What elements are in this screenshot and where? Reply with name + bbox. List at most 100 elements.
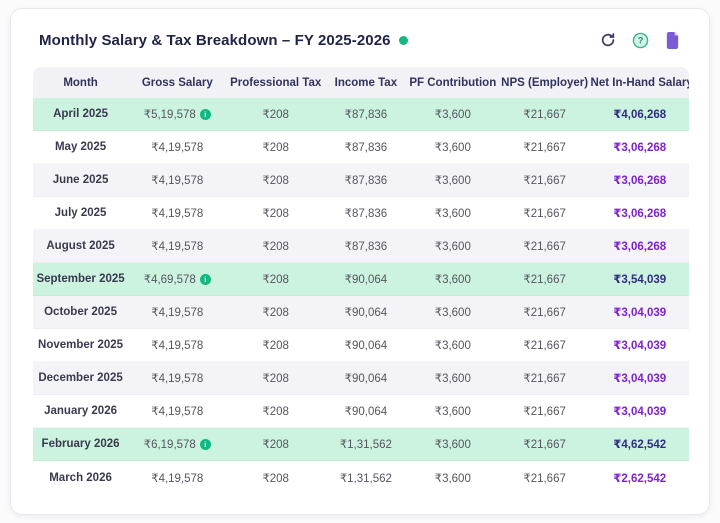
gross-salary-cell: ₹4,19,578 xyxy=(128,164,226,197)
gross-salary-value: ₹4,69,578 xyxy=(144,272,196,286)
month-cell: May 2025 xyxy=(33,131,128,164)
table-row[interactable]: October 2025 ₹4,19,578 ₹208 ₹90,064 ₹3,6… xyxy=(33,296,689,329)
info-icon[interactable]: i xyxy=(200,274,211,285)
column-header: NPS (Employer) xyxy=(499,67,591,98)
month-cell: November 2025 xyxy=(33,329,128,362)
table-row[interactable]: February 2026 ₹6,19,578 i ₹208 ₹1,31,562… xyxy=(33,428,689,461)
gross-salary-cell: ₹4,19,578 xyxy=(128,395,226,428)
column-header: Income Tax xyxy=(325,67,407,98)
pf-contribution-cell: ₹3,600 xyxy=(407,461,499,494)
column-header: Gross Salary xyxy=(128,67,226,98)
net-in-hand-cell: ₹3,04,039 xyxy=(591,329,689,362)
pf-contribution-cell: ₹3,600 xyxy=(407,296,499,329)
salary-breakdown-card: Monthly Salary & Tax Breakdown – FY 2025… xyxy=(10,8,710,515)
status-dot-icon xyxy=(399,36,408,45)
table-row[interactable]: September 2025 ₹4,69,578 i ₹208 ₹90,064 … xyxy=(33,263,689,296)
net-in-hand-cell: ₹3,06,268 xyxy=(591,197,689,230)
refresh-icon xyxy=(600,32,616,48)
professional-tax-cell: ₹208 xyxy=(227,428,325,461)
gross-salary-value: ₹4,19,578 xyxy=(151,140,203,154)
pf-contribution-cell: ₹3,600 xyxy=(407,98,499,131)
month-cell: March 2026 xyxy=(33,461,128,494)
gross-salary-cell: ₹4,69,578 i xyxy=(128,263,226,296)
gross-salary-cell: ₹4,19,578 xyxy=(128,329,226,362)
professional-tax-cell: ₹208 xyxy=(227,461,325,494)
gross-salary-value: ₹4,19,578 xyxy=(151,206,203,220)
table-row[interactable]: May 2025 ₹4,19,578 ₹208 ₹87,836 ₹3,600 ₹… xyxy=(33,131,689,164)
gross-salary-value: ₹4,19,578 xyxy=(151,404,203,418)
net-in-hand-cell: ₹2,62,542 xyxy=(591,461,689,494)
income-tax-cell: ₹87,836 xyxy=(325,197,407,230)
month-cell: January 2026 xyxy=(33,395,128,428)
pf-contribution-cell: ₹3,600 xyxy=(407,197,499,230)
gross-salary-cell: ₹4,19,578 xyxy=(128,362,226,395)
pf-contribution-cell: ₹3,600 xyxy=(407,329,499,362)
table-row[interactable]: March 2026 ₹4,19,578 ₹208 ₹1,31,562 ₹3,6… xyxy=(33,461,689,494)
column-header: Month xyxy=(33,67,128,98)
professional-tax-cell: ₹208 xyxy=(227,230,325,263)
table-header-row: MonthGross SalaryProfessional TaxIncome … xyxy=(33,67,689,98)
gross-salary-value: ₹4,19,578 xyxy=(151,371,203,385)
gross-salary-cell: ₹6,19,578 i xyxy=(128,428,226,461)
table-row[interactable]: August 2025 ₹4,19,578 ₹208 ₹87,836 ₹3,60… xyxy=(33,230,689,263)
month-cell: December 2025 xyxy=(33,362,128,395)
income-tax-cell: ₹90,064 xyxy=(325,362,407,395)
table-body: April 2025 ₹5,19,578 i ₹208 ₹87,836 ₹3,6… xyxy=(33,98,689,494)
pf-contribution-cell: ₹3,600 xyxy=(407,131,499,164)
nps-employer-cell: ₹21,667 xyxy=(499,98,591,131)
professional-tax-cell: ₹208 xyxy=(227,395,325,428)
document-button[interactable] xyxy=(663,31,681,49)
month-cell: September 2025 xyxy=(33,263,128,296)
income-tax-cell: ₹90,064 xyxy=(325,263,407,296)
svg-text:?: ? xyxy=(637,35,643,45)
table-row[interactable]: April 2025 ₹5,19,578 i ₹208 ₹87,836 ₹3,6… xyxy=(33,98,689,131)
nps-employer-cell: ₹21,667 xyxy=(499,164,591,197)
gross-salary-cell: ₹4,19,578 xyxy=(128,131,226,164)
nps-employer-cell: ₹21,667 xyxy=(499,230,591,263)
professional-tax-cell: ₹208 xyxy=(227,296,325,329)
help-icon: ? xyxy=(632,32,649,49)
info-icon[interactable]: i xyxy=(200,109,211,120)
gross-salary-value: ₹4,19,578 xyxy=(151,471,203,485)
gross-salary-value: ₹5,19,578 xyxy=(144,107,196,121)
document-icon xyxy=(665,32,680,49)
pf-contribution-cell: ₹3,600 xyxy=(407,263,499,296)
pf-contribution-cell: ₹3,600 xyxy=(407,362,499,395)
nps-employer-cell: ₹21,667 xyxy=(499,329,591,362)
professional-tax-cell: ₹208 xyxy=(227,362,325,395)
income-tax-cell: ₹87,836 xyxy=(325,230,407,263)
gross-salary-value: ₹4,19,578 xyxy=(151,305,203,319)
professional-tax-cell: ₹208 xyxy=(227,131,325,164)
month-cell: April 2025 xyxy=(33,98,128,131)
column-header: Professional Tax xyxy=(227,67,325,98)
income-tax-cell: ₹87,836 xyxy=(325,131,407,164)
help-button[interactable]: ? xyxy=(631,31,649,49)
month-cell: June 2025 xyxy=(33,164,128,197)
table-row[interactable]: November 2025 ₹4,19,578 ₹208 ₹90,064 ₹3,… xyxy=(33,329,689,362)
net-in-hand-cell: ₹3,04,039 xyxy=(591,362,689,395)
pf-contribution-cell: ₹3,600 xyxy=(407,164,499,197)
income-tax-cell: ₹90,064 xyxy=(325,329,407,362)
table-row[interactable]: July 2025 ₹4,19,578 ₹208 ₹87,836 ₹3,600 … xyxy=(33,197,689,230)
toolbar: ? xyxy=(599,31,681,49)
table-row[interactable]: June 2025 ₹4,19,578 ₹208 ₹87,836 ₹3,600 … xyxy=(33,164,689,197)
gross-salary-value: ₹6,19,578 xyxy=(144,437,196,451)
nps-employer-cell: ₹21,667 xyxy=(499,131,591,164)
table-row[interactable]: January 2026 ₹4,19,578 ₹208 ₹90,064 ₹3,6… xyxy=(33,395,689,428)
card-header: Monthly Salary & Tax Breakdown – FY 2025… xyxy=(33,31,687,49)
gross-salary-value: ₹4,19,578 xyxy=(151,239,203,253)
gross-salary-cell: ₹4,19,578 xyxy=(128,461,226,494)
table-row[interactable]: December 2025 ₹4,19,578 ₹208 ₹90,064 ₹3,… xyxy=(33,362,689,395)
info-icon[interactable]: i xyxy=(200,439,211,450)
net-in-hand-cell: ₹3,04,039 xyxy=(591,395,689,428)
professional-tax-cell: ₹208 xyxy=(227,197,325,230)
refresh-button[interactable] xyxy=(599,31,617,49)
month-cell: October 2025 xyxy=(33,296,128,329)
professional-tax-cell: ₹208 xyxy=(227,263,325,296)
professional-tax-cell: ₹208 xyxy=(227,329,325,362)
gross-salary-value: ₹4,19,578 xyxy=(151,173,203,187)
income-tax-cell: ₹1,31,562 xyxy=(325,461,407,494)
net-in-hand-cell: ₹3,06,268 xyxy=(591,164,689,197)
income-tax-cell: ₹1,31,562 xyxy=(325,428,407,461)
professional-tax-cell: ₹208 xyxy=(227,98,325,131)
